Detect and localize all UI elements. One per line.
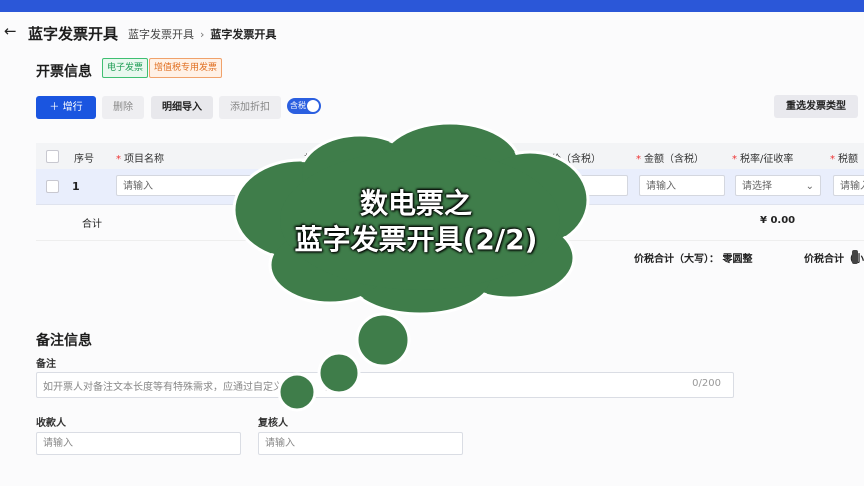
row-checkbox[interactable]: [46, 180, 59, 193]
sum-label: 合计: [82, 219, 102, 230]
table-header: 序号 * 项目名称 规格型号 数量 单价（含税） * 金额（含税） * 税率/征收率 …: [36, 143, 864, 169]
remark-textarea[interactable]: 如开票人对备注文本长度等有特殊需求，应通过自定义 注 0/200: [36, 372, 734, 398]
chevron-right-icon: ›: [200, 28, 205, 41]
col-unit-price: 单价（含税）: [541, 154, 601, 165]
scrollbar-thumb[interactable]: [852, 250, 858, 264]
breadcrumb: 蓝字发票开具 › 蓝字发票开具: [128, 26, 276, 42]
col-tax-rate: * 税率/征收率: [732, 154, 794, 165]
toggle-knob: [307, 100, 319, 112]
reselect-invoice-type-button[interactable]: 重选发票类型: [774, 95, 858, 118]
reviewer-input[interactable]: 请输入: [258, 432, 463, 455]
col-index: 序号: [74, 154, 94, 165]
chevron-down-icon: ⌄: [805, 181, 814, 192]
vat-special-invoice-tag: 增值税专用发票: [149, 58, 223, 78]
overlay-line-2: 蓝字发票开具(2/2): [294, 223, 538, 256]
col-amount: * 金额（含税）: [636, 154, 704, 165]
breadcrumb-current: 蓝字发票开具: [210, 28, 277, 41]
col-quantity: 数量: [446, 154, 466, 165]
add-row-button[interactable]: ＋ 增行: [36, 96, 96, 119]
col-item-name: * 项目名称: [116, 154, 164, 165]
add-row-label: 增行: [62, 102, 83, 113]
invoice-info-title: 开票信息: [36, 64, 92, 80]
tax-toggle-label: 含税: [290, 101, 306, 110]
plus-icon: ＋: [49, 102, 63, 113]
breadcrumb-item[interactable]: 蓝字发票开具: [128, 28, 194, 41]
tax-included-toggle[interactable]: 含税: [287, 98, 321, 114]
tax-total-uppercase: 价税合计（大写）： 零圆整: [634, 254, 753, 265]
payee-input[interactable]: 请输入: [36, 432, 241, 455]
col-tax: * 税额: [830, 154, 858, 165]
payee-label: 收款人: [36, 418, 66, 429]
overlay-line-1: 数电票之: [359, 187, 472, 220]
remark-label: 备注: [36, 359, 56, 370]
tax-rate-placeholder: 请选择: [742, 181, 772, 192]
page-header: ← 蓝字发票开具 蓝字发票开具 › 蓝字发票开具: [0, 18, 864, 46]
col-spec: 规格型号: [304, 154, 344, 165]
sum-amount: ¥ 0.00: [760, 215, 796, 226]
remark-placeholder: 如开票人对备注文本长度等有特殊需求，应通过自定义: [43, 382, 283, 393]
tax-rate-select[interactable]: 请选择 ⌄: [735, 175, 821, 196]
amount-input[interactable]: 请输入: [639, 175, 725, 196]
delete-button[interactable]: 删除: [102, 96, 144, 119]
remarks-title: 备注信息: [36, 333, 92, 349]
overlay-caption: 数电票之 蓝字发票开具(2/2): [236, 186, 596, 258]
tax-input[interactable]: 请输入: [833, 175, 864, 196]
reviewer-label: 复核人: [258, 418, 288, 429]
row-index: 1: [72, 180, 80, 193]
item-name-placeholder: 请输入: [123, 181, 153, 192]
detail-import-button[interactable]: 明细导入: [151, 96, 213, 119]
e-invoice-tag: 电子发票: [102, 58, 149, 78]
back-arrow-icon[interactable]: ←: [4, 22, 17, 40]
remark-counter: 0/200: [692, 378, 721, 389]
remark-placeholder-tail: 注: [325, 382, 335, 393]
top-bar: [0, 0, 864, 12]
page-title: 蓝字发票开具: [28, 25, 119, 43]
add-discount-button[interactable]: 添加折扣: [219, 96, 281, 119]
select-all-checkbox[interactable]: [46, 150, 59, 163]
